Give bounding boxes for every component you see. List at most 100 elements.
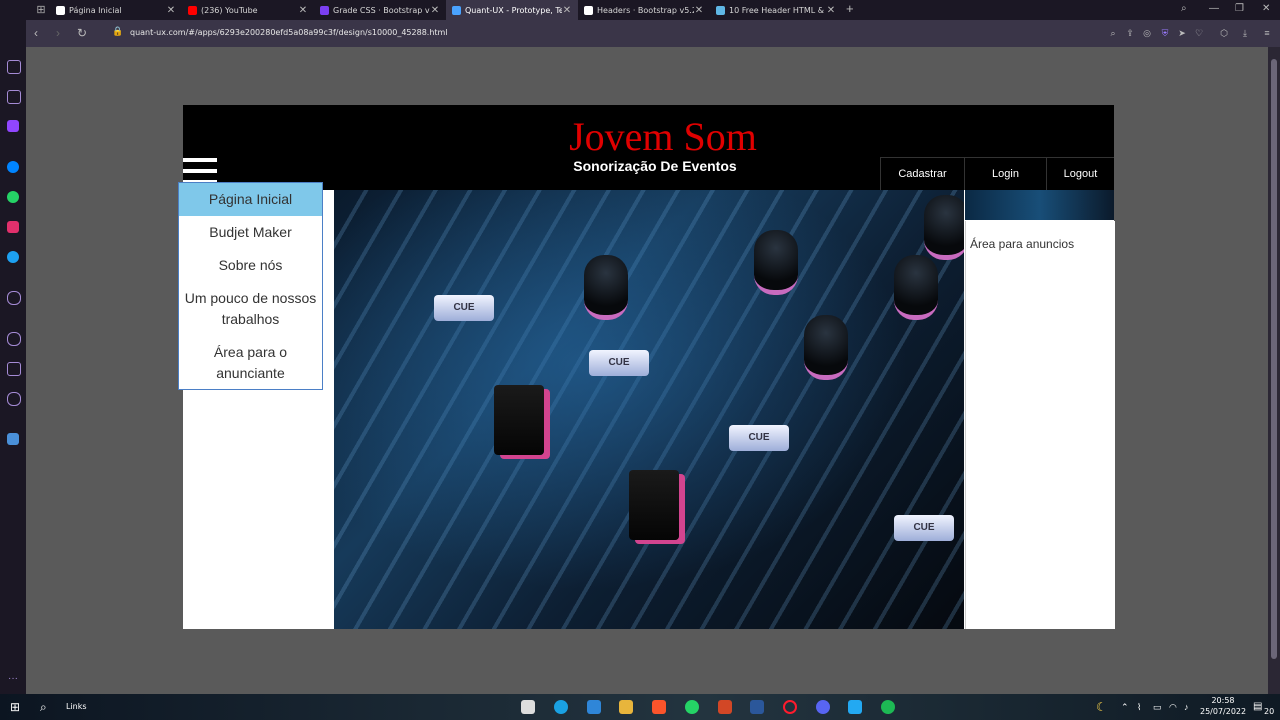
- battery-icon[interactable]: ▭: [1153, 700, 1167, 714]
- file-explorer-icon[interactable]: [619, 700, 633, 714]
- back-icon[interactable]: ‹: [34, 26, 38, 40]
- search-label[interactable]: Links: [66, 702, 87, 711]
- tab-title: 10 Free Header HTML & CSS: [729, 5, 826, 15]
- share-icon[interactable]: ⇪: [1125, 28, 1135, 38]
- clock-date[interactable]: 25/07/2022: [1200, 707, 1246, 716]
- opera-icon[interactable]: [783, 700, 797, 714]
- browser-sidebar: ···: [0, 0, 26, 694]
- scrollbar-thumb[interactable]: [1271, 59, 1277, 659]
- mixer-knob: [894, 255, 938, 320]
- messenger-icon[interactable]: [7, 161, 19, 173]
- close-tab-icon[interactable]: ✕: [430, 5, 440, 16]
- restore-icon[interactable]: ❐: [1235, 2, 1244, 16]
- tab-pagina-inicial[interactable]: Página Inicial ✕: [50, 0, 182, 20]
- cue-pad: CUE: [894, 515, 954, 541]
- tab-youtube[interactable]: (236) YouTube ✕: [182, 0, 314, 20]
- windows-start-icon[interactable]: ⊞: [10, 700, 24, 714]
- cue-pad: CUE: [729, 425, 789, 451]
- mixer-knob: [754, 230, 798, 295]
- register-button[interactable]: Cadastrar: [880, 157, 964, 190]
- speed-dial-icon[interactable]: [7, 60, 21, 74]
- notification-count: 20: [1264, 707, 1275, 716]
- more-icon[interactable]: ···: [7, 674, 19, 686]
- discord-icon[interactable]: [816, 700, 830, 714]
- search-icon[interactable]: ⌕: [40, 700, 54, 714]
- minimize-icon[interactable]: —: [1209, 2, 1219, 16]
- tab-workspaces-icon[interactable]: ⊞: [34, 3, 48, 17]
- new-tab-icon[interactable]: +: [846, 2, 854, 16]
- settings-icon[interactable]: [7, 392, 21, 406]
- heart-icon[interactable]: ♡: [1194, 28, 1204, 38]
- ad-panel: Área para anuncios: [965, 221, 1115, 629]
- windows-taskbar: ⊞ ⌕ Links ☾ ⌃ ⌇ ▭ ◠ ♪ 20:58 25/07/2022 ▤…: [0, 694, 1280, 720]
- cue-pad: CUE: [434, 295, 494, 321]
- github-favicon-icon: [584, 5, 593, 15]
- menu-item-anunciante[interactable]: Área para o anunciante: [179, 336, 322, 390]
- tab-quant-ux[interactable]: Quant-UX - Prototype, Test ✕: [446, 0, 578, 20]
- search-tabs-icon[interactable]: ⌕: [1181, 2, 1187, 16]
- menu-item-sobre-nos[interactable]: Sobre nós: [179, 249, 322, 282]
- login-button[interactable]: Login: [964, 157, 1046, 190]
- twitter-icon[interactable]: [7, 251, 19, 263]
- edge-icon[interactable]: [554, 700, 568, 714]
- url-text: quant-ux.com/#/apps/6293e200280efd5a08a9…: [130, 28, 448, 37]
- close-tab-icon[interactable]: ✕: [298, 5, 308, 16]
- whatsapp-icon[interactable]: [685, 700, 699, 714]
- tab-headers[interactable]: Headers · Bootstrap v5.2 ✕: [578, 0, 710, 20]
- app-icon[interactable]: [7, 433, 19, 445]
- wifi-icon[interactable]: ◠: [1169, 700, 1183, 714]
- tab-grade-css[interactable]: Grade CSS · Bootstrap v5.2 ✕: [314, 0, 446, 20]
- volume-icon[interactable]: ♪: [1184, 700, 1198, 714]
- logout-button[interactable]: Logout: [1046, 157, 1114, 190]
- network-icon[interactable]: ⌇: [1137, 700, 1151, 714]
- cube-icon[interactable]: ⬡: [1219, 28, 1229, 38]
- hamburger-menu-icon[interactable]: [183, 158, 217, 184]
- bag-icon[interactable]: [7, 90, 21, 104]
- clock-time[interactable]: 20:58: [1208, 696, 1238, 705]
- page-scrollbar[interactable]: [1268, 47, 1280, 694]
- brave-icon[interactable]: [652, 700, 666, 714]
- menu-icon[interactable]: ≡: [1262, 28, 1272, 38]
- address-bar: ‹ › ↻ 🔒 quant-ux.com/#/apps/6293e200280e…: [26, 20, 1280, 47]
- menu-item-nossos-trabalhos[interactable]: Um pouco de nossos trabalhos: [179, 282, 322, 336]
- reload-icon[interactable]: ↻: [77, 26, 87, 40]
- tab-title: (236) YouTube: [201, 5, 258, 15]
- player-icon[interactable]: [7, 291, 21, 305]
- instagram-icon[interactable]: [7, 221, 19, 233]
- word-icon[interactable]: [750, 700, 764, 714]
- menu-item-budjet-maker[interactable]: Budjet Maker: [179, 216, 322, 249]
- close-tab-icon[interactable]: ✕: [166, 5, 176, 16]
- mail-icon[interactable]: [587, 700, 601, 714]
- extensions-icon[interactable]: [7, 362, 21, 376]
- ad-area-label: Área para anuncios: [970, 237, 1075, 251]
- history-icon[interactable]: [7, 332, 21, 346]
- page-favicon-icon: [56, 5, 65, 15]
- cue-pad: CUE: [589, 350, 649, 376]
- close-tab-icon[interactable]: ✕: [562, 5, 572, 16]
- close-tab-icon[interactable]: ✕: [826, 5, 836, 16]
- close-window-icon[interactable]: ✕: [1262, 2, 1270, 16]
- tray-chevron-icon[interactable]: ⌃: [1121, 700, 1135, 714]
- vscode-icon[interactable]: [848, 700, 862, 714]
- night-light-icon[interactable]: ☾: [1096, 700, 1110, 714]
- search-icon[interactable]: ⌕: [1108, 28, 1118, 38]
- forward-icon[interactable]: ›: [56, 26, 60, 40]
- spotify-icon[interactable]: [881, 700, 895, 714]
- page-favicon-icon: [716, 5, 725, 15]
- menu-item-pagina-inicial[interactable]: Página Inicial: [179, 183, 322, 216]
- mixer-fader: [629, 470, 679, 540]
- whatsapp-icon[interactable]: [7, 191, 19, 203]
- vpn-icon[interactable]: ⛨: [1160, 28, 1170, 38]
- url-field[interactable]: 🔒 quant-ux.com/#/apps/6293e200280efd5a08…: [112, 27, 448, 37]
- brand-title: Jovem Som: [569, 114, 757, 159]
- camera-icon[interactable]: ◎: [1142, 28, 1152, 38]
- lock-icon: 🔒: [112, 27, 124, 37]
- twitch-icon[interactable]: [7, 120, 19, 132]
- download-icon[interactable]: ⤓: [1240, 28, 1250, 38]
- powerpoint-icon[interactable]: [718, 700, 732, 714]
- tab-free-header[interactable]: 10 Free Header HTML & CSS ✕: [710, 0, 842, 20]
- send-icon[interactable]: ➤: [1177, 28, 1187, 38]
- task-view-icon[interactable]: [521, 700, 535, 714]
- close-tab-icon[interactable]: ✕: [694, 5, 704, 16]
- bootstrap-favicon-icon: [320, 5, 329, 15]
